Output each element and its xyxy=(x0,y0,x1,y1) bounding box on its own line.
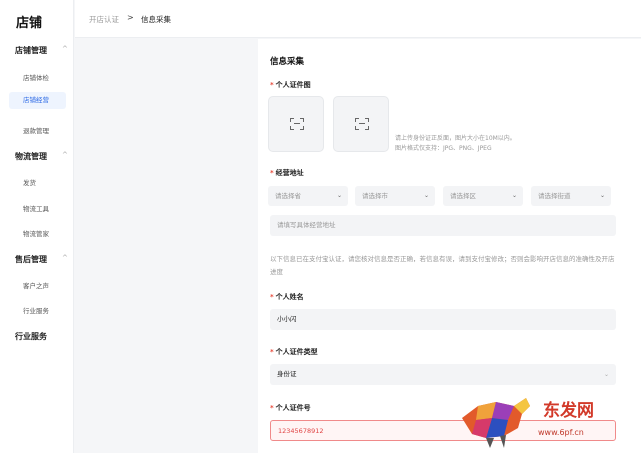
scan-icon xyxy=(290,118,304,130)
chevron-down-icon: ⌄ xyxy=(599,192,605,199)
id-type-label: * 个人证件类型 xyxy=(270,347,318,357)
scan-icon xyxy=(355,118,369,130)
nav-group-industry-service[interactable]: 行业服务 xyxy=(15,331,47,342)
upload-hint-size: 请上传身份证正反面，图片大小在10M以内。 xyxy=(395,135,516,142)
name-label: * 个人姓名 xyxy=(270,292,304,302)
sidebar-item-store-checkup[interactable]: 店铺体检 xyxy=(23,72,49,82)
required-mark: * xyxy=(270,293,274,301)
id-photo-label: * 个人证件图 xyxy=(270,80,311,90)
upload-id-front-button[interactable] xyxy=(268,96,324,152)
address-label-text: 经营地址 xyxy=(275,169,304,177)
id-photo-label-text: 个人证件图 xyxy=(275,81,311,89)
sidebar-title: 店铺 xyxy=(16,16,43,31)
chevron-up-icon: ^ xyxy=(62,254,68,262)
required-mark: * xyxy=(270,81,274,89)
province-select[interactable]: 请选择省 ⌄ xyxy=(268,186,348,206)
city-select[interactable]: 请选择市 ⌄ xyxy=(355,186,435,206)
sidebar-item-customer-voice[interactable]: 客户之声 xyxy=(23,280,49,290)
watermark-text: 东发网 xyxy=(543,401,594,421)
nav-group-label: 物流管理 xyxy=(15,152,47,161)
id-type-select[interactable]: 身份证 ⌄ xyxy=(270,364,616,385)
district-select[interactable]: 请选择区 ⌄ xyxy=(443,186,523,206)
nav-group-after-sales[interactable]: 售后管理 ^ xyxy=(15,254,68,265)
bull-logo-icon xyxy=(462,398,530,448)
id-number-label-text: 个人证件号 xyxy=(275,404,311,412)
name-input[interactable]: 小小闪 xyxy=(270,309,616,330)
nav-group-label: 店铺管理 xyxy=(15,46,47,55)
top-bar: 开店认证 > 信息采集 xyxy=(75,0,641,38)
id-type-label-text: 个人证件类型 xyxy=(275,348,318,356)
verification-notice: 以下信息已在支付宝认证，请您核对信息是否正确，若信息有误，请到支付宝修改；否则会… xyxy=(270,255,615,276)
upload-hint-format: 图片格式仅支持：JPG、PNG、JPEG xyxy=(395,145,492,152)
sidebar-item-industry-service[interactable]: 行业服务 xyxy=(23,305,49,315)
sidebar: 店铺 店铺管理 ^ 店铺体检 店铺经营 退款管理 物流管理 ^ 发货 物流工具 … xyxy=(0,0,74,453)
sidebar-item-store-operations[interactable]: 店铺经营 xyxy=(9,92,66,109)
required-mark: * xyxy=(270,404,274,412)
district-select-value: 请选择区 xyxy=(450,192,476,200)
sidebar-item-logistics-butler[interactable]: 物流管家 xyxy=(23,228,49,238)
section-title: 信息采集 xyxy=(270,57,305,67)
nav-group-logistics-management[interactable]: 物流管理 ^ xyxy=(15,151,68,162)
nav-group-label: 售后管理 xyxy=(15,255,47,264)
chevron-down-icon: ⌄ xyxy=(511,192,517,199)
breadcrumb-prev[interactable]: 开店认证 xyxy=(89,14,119,25)
street-select-value: 请选择街道 xyxy=(538,192,571,200)
chevron-down-icon: ⌄ xyxy=(336,192,342,199)
id-number-label: * 个人证件号 xyxy=(270,403,311,413)
upload-id-back-button[interactable] xyxy=(333,96,389,152)
address-detail-input[interactable]: 请填写具体经营地址 xyxy=(270,215,616,236)
sidebar-item-shipping[interactable]: 发货 xyxy=(23,177,36,187)
name-label-text: 个人姓名 xyxy=(275,293,304,301)
sidebar-item-refund-management[interactable]: 退款管理 xyxy=(23,125,49,135)
chevron-up-icon: ^ xyxy=(62,151,68,159)
required-mark: * xyxy=(270,169,274,177)
breadcrumb-current: 信息采集 xyxy=(141,15,171,24)
id-type-select-value: 身份证 xyxy=(277,370,297,378)
chevron-down-icon: ⌄ xyxy=(423,192,429,199)
watermark-url: www.6pf.cn xyxy=(538,428,584,437)
street-select[interactable]: 请选择街道 ⌄ xyxy=(531,186,611,206)
province-select-value: 请选择省 xyxy=(275,192,301,200)
sidebar-item-logistics-tools[interactable]: 物流工具 xyxy=(23,203,49,213)
required-mark: * xyxy=(270,348,274,356)
chevron-down-icon: ⌄ xyxy=(603,371,609,378)
watermark-logo: 东发网 www.6pf.cn xyxy=(456,388,641,453)
chevron-up-icon: ^ xyxy=(62,45,68,53)
address-label: * 经营地址 xyxy=(270,168,304,178)
city-select-value: 请选择市 xyxy=(362,192,388,200)
breadcrumb-separator-icon: > xyxy=(127,13,134,22)
nav-group-store-management[interactable]: 店铺管理 ^ xyxy=(15,45,68,56)
